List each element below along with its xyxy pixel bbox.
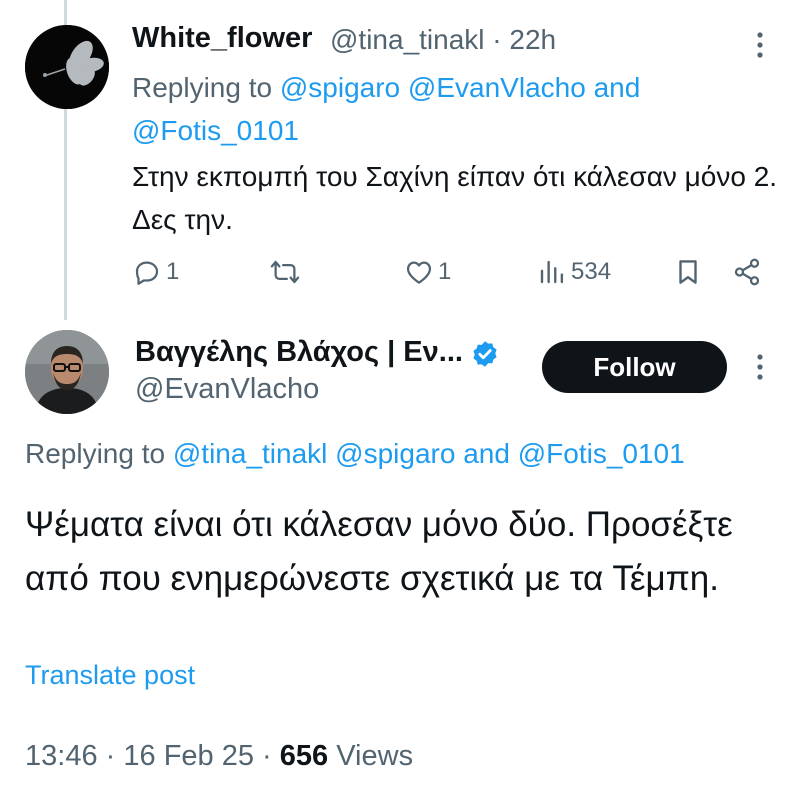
replying-to-label: Replying to [25, 438, 166, 469]
author-handle[interactable]: @EvanVlacho [135, 373, 319, 406]
views-icon [540, 260, 564, 284]
reply-handle[interactable]: @tina_tinakl [330, 24, 485, 55]
like-count: 1 [438, 258, 452, 285]
share-icon [734, 258, 760, 286]
separator-dot: · [105, 740, 116, 772]
views-count: 534 [571, 258, 612, 285]
avatar[interactable] [25, 25, 109, 109]
tweet-date[interactable]: 16 Feb 25 [123, 740, 254, 772]
avatar[interactable] [25, 330, 109, 414]
reply-display-name[interactable]: White_flower [132, 22, 312, 55]
tweet-time[interactable]: 13:46 [25, 740, 98, 772]
mention-conjunction[interactable]: and [463, 438, 510, 469]
person-avatar-image [25, 330, 109, 414]
more-icon[interactable] [750, 30, 770, 60]
like-button[interactable]: 1 [404, 254, 451, 290]
reply-count: 1 [166, 258, 180, 285]
mention-link[interactable]: @spigaro [280, 72, 400, 103]
share-button[interactable] [732, 254, 762, 290]
replying-to-line: Replying to @spigaro @EvanVlacho and @Fo… [132, 66, 752, 152]
reply-handle-time[interactable]: @tina_tinakl · 22h [330, 24, 556, 56]
bookmark-button[interactable] [673, 254, 703, 290]
views-label: Views [336, 740, 414, 772]
reply-icon [135, 261, 159, 285]
mention-link[interactable]: @EvanVlacho [408, 72, 586, 103]
reply-body-text: Στην εκπομπή του Σαχίνη είπαν ότι κάλεσα… [132, 161, 778, 235]
mention-link[interactable]: @spigaro [335, 438, 455, 469]
mention-link[interactable]: @tina_tinakl [173, 438, 328, 469]
tweet-meta: 13:46 · 16 Feb 25 · 656 Views [25, 740, 413, 773]
mention-conjunction[interactable]: and [594, 72, 641, 103]
replying-to-label: Replying to [132, 72, 273, 103]
retweet-icon [270, 260, 300, 284]
separator-dot: · [262, 740, 272, 772]
mention-link[interactable]: @Fotis_0101 [518, 438, 685, 469]
separator-dot: · [492, 24, 502, 55]
reply-time[interactable]: 22h [509, 24, 556, 55]
replying-to-line: Replying to @tina_tinakl @spigaro and @F… [25, 438, 685, 470]
follow-button[interactable]: Follow [542, 341, 727, 393]
mention-link[interactable]: @Fotis_0101 [132, 115, 299, 146]
translate-post-link[interactable]: Translate post [25, 660, 195, 691]
more-icon[interactable] [750, 352, 770, 382]
bookmark-icon [679, 260, 697, 284]
author-display-name[interactable]: Βαγγέλης Βλάχος | Εν... [135, 336, 463, 369]
like-icon [406, 261, 432, 284]
views-count[interactable]: 656 [280, 740, 328, 772]
reply-button[interactable]: 1 [132, 254, 179, 290]
views-button[interactable]: 534 [537, 254, 611, 290]
verified-icon[interactable] [470, 339, 500, 369]
tweet-body-text: Ψέματα είναι ότι κάλεσαν μόνο δύο. Προσέ… [25, 505, 733, 598]
flower-avatar-image [25, 25, 109, 109]
retweet-button[interactable] [270, 254, 304, 290]
